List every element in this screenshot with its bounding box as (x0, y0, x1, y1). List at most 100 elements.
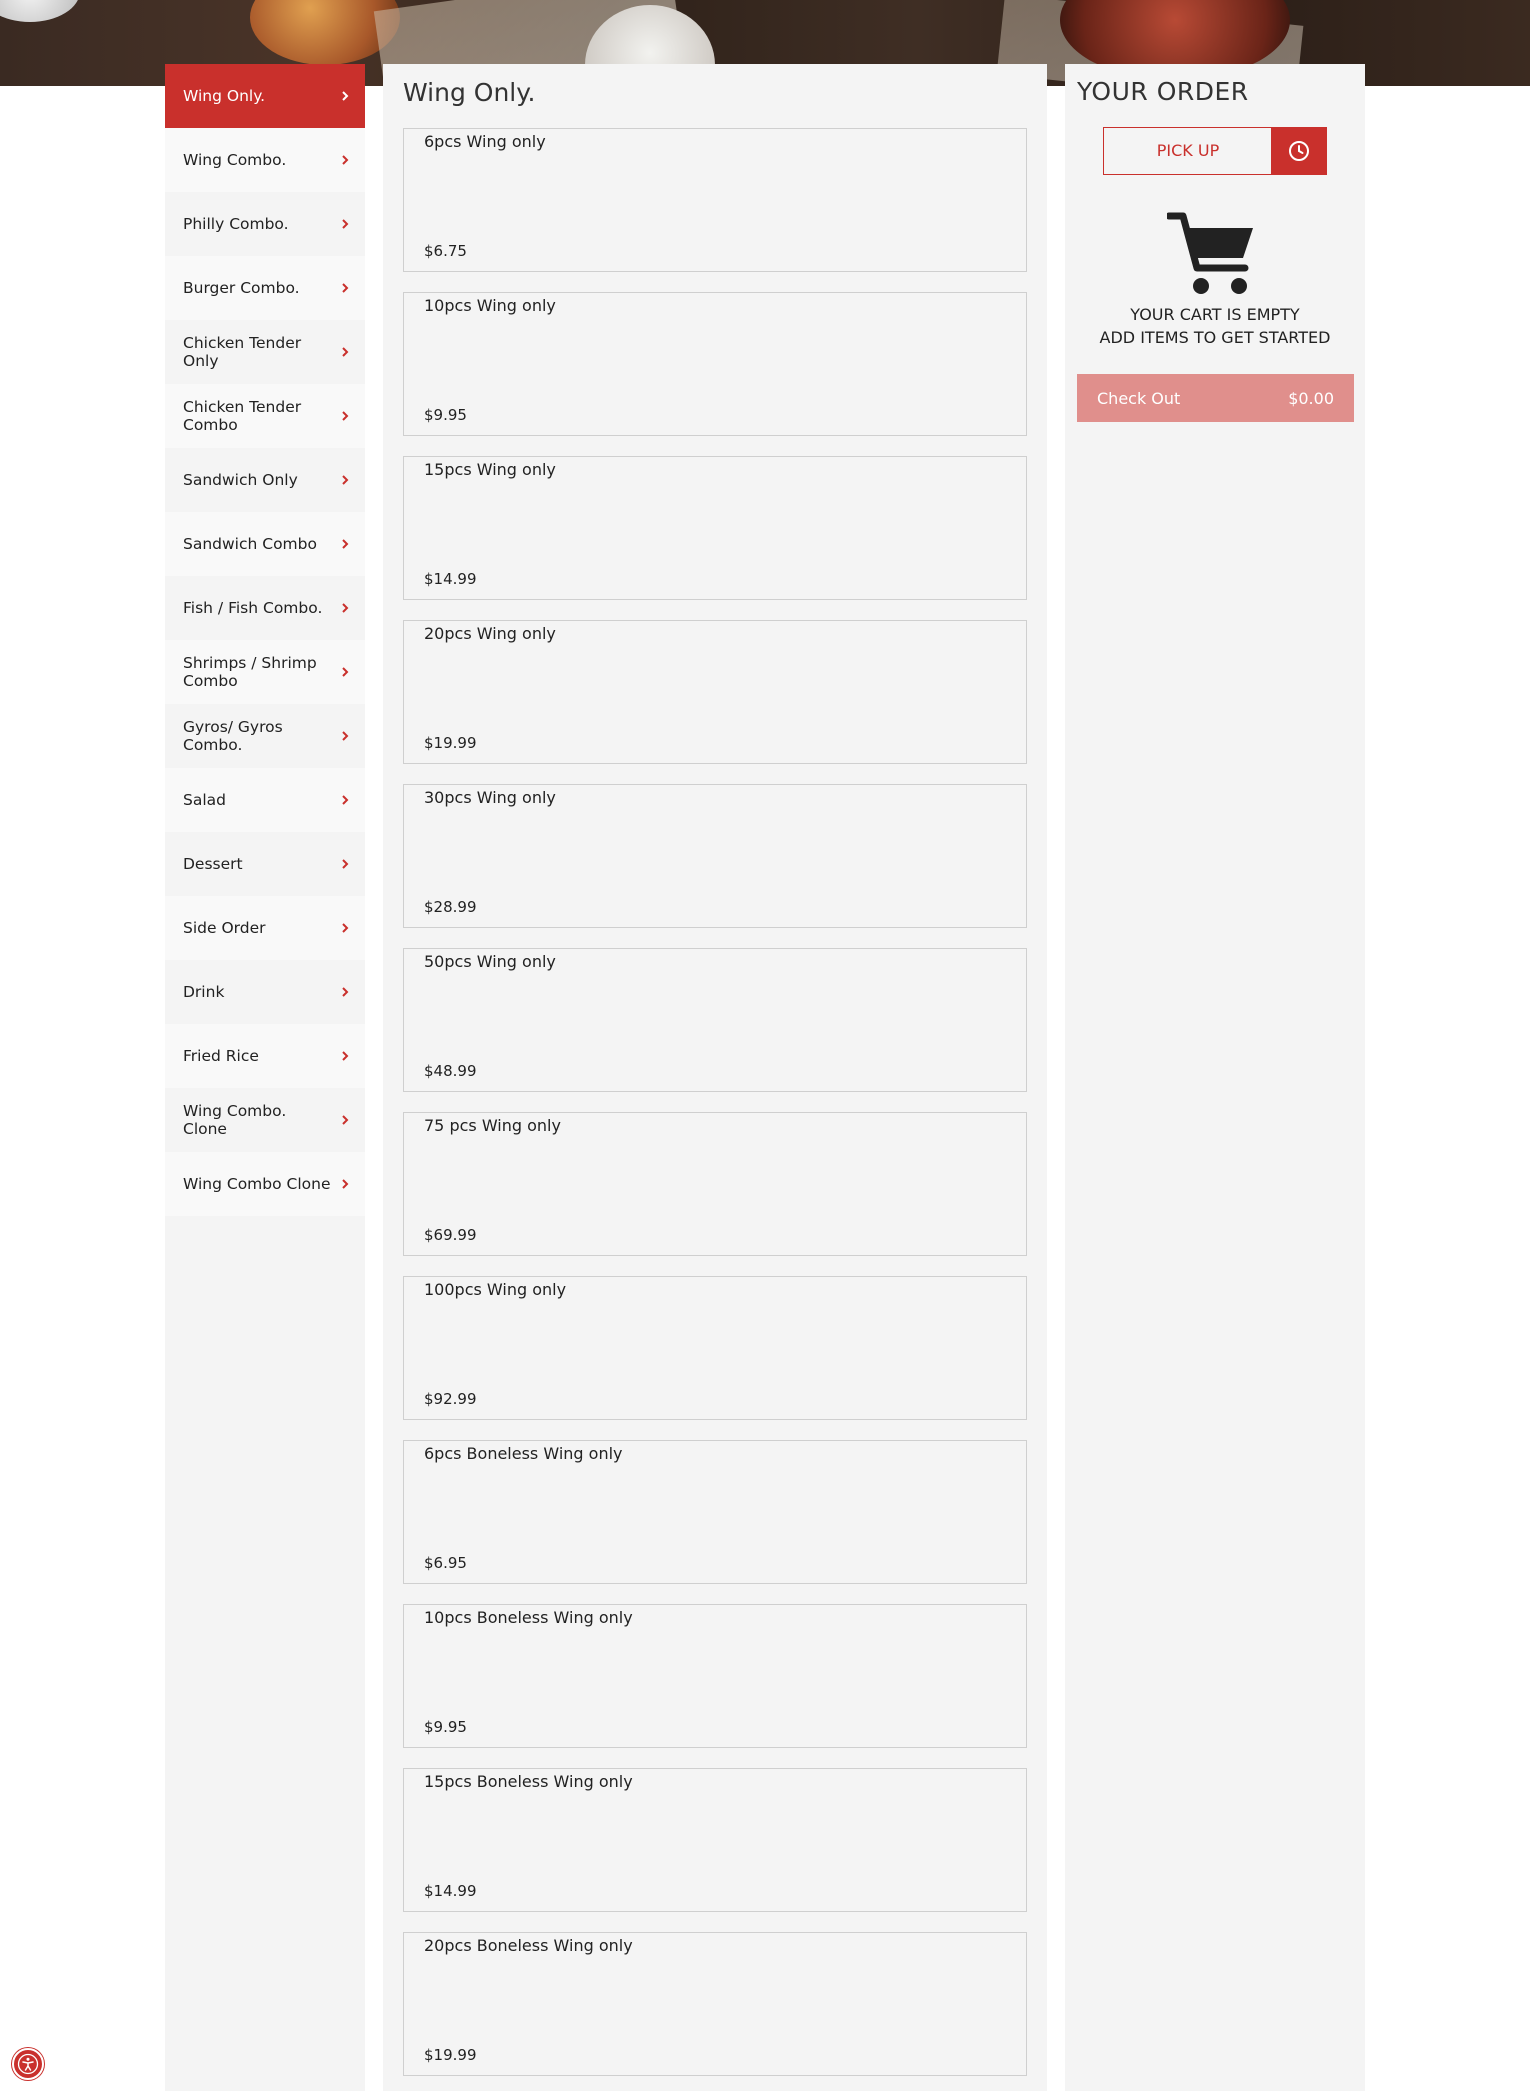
sidebar-item-label: Gyros/ Gyros Combo. (183, 718, 283, 754)
sidebar-item-label: Wing Combo. Clone (183, 1102, 287, 1138)
sidebar-item-label: Sandwich Only (183, 471, 298, 489)
menu-item-card[interactable]: 30pcs Wing only $28.99 (403, 784, 1027, 928)
chevron-right-icon (339, 218, 351, 230)
menu-item-name: 20pcs Boneless Wing only (424, 1936, 633, 1955)
sidebar-item-label: Wing Combo Clone (183, 1175, 331, 1193)
cart-empty-message: YOUR CART IS EMPTY (1130, 305, 1300, 324)
clock-icon (1288, 141, 1309, 161)
sidebar-item[interactable]: Philly Combo. (165, 192, 365, 256)
sidebar-item[interactable]: Salad (165, 768, 365, 832)
pickup-button[interactable]: PICK UP (1104, 128, 1272, 174)
menu-item-price: $9.95 (424, 406, 467, 424)
chevron-right-icon (339, 986, 351, 998)
sidebar-item-label: Philly Combo. (183, 215, 289, 233)
checkout-button[interactable]: Check Out $0.00 (1077, 374, 1354, 422)
chevron-right-icon (339, 346, 351, 358)
sidebar-item-label: Fried Rice (183, 1047, 259, 1065)
sidebar-item[interactable]: Side Order (165, 896, 365, 960)
sidebar-item[interactable]: Wing Combo. (165, 128, 365, 192)
menu-item-card[interactable]: 20pcs Wing only $19.99 (403, 620, 1027, 764)
menu-item-price: $14.99 (424, 1882, 477, 1900)
sidebar-item-label: Sandwich Combo (183, 535, 317, 553)
sidebar-item-label: Burger Combo. (183, 279, 300, 297)
sidebar-item[interactable]: Dessert (165, 832, 365, 896)
sidebar-item-label: Side Order (183, 919, 266, 937)
menu-item-card[interactable]: 20pcs Boneless Wing only $19.99 (403, 1932, 1027, 2076)
menu-item-name: 15pcs Boneless Wing only (424, 1772, 633, 1791)
chevron-right-icon (339, 1114, 351, 1126)
sidebar-item-label: Drink (183, 983, 225, 1001)
sidebar-item[interactable]: Drink (165, 960, 365, 1024)
menu-item-card[interactable]: 75 pcs Wing only $69.99 (403, 1112, 1027, 1256)
sidebar-item-label: Wing Only. (183, 87, 266, 105)
menu-item-price: $28.99 (424, 898, 477, 916)
order-title: YOUR ORDER (1077, 77, 1249, 106)
chevron-right-icon (339, 1050, 351, 1062)
sidebar-item-label: Wing Combo. (183, 151, 287, 169)
accessibility-button[interactable] (12, 2048, 44, 2080)
sidebar-item[interactable]: Wing Combo Clone (165, 1152, 365, 1216)
sidebar-item-label: Fish / Fish Combo. (183, 599, 323, 617)
menu-item-name: 10pcs Wing only (424, 296, 556, 315)
menu-item-price: $6.75 (424, 242, 467, 260)
order-panel: YOUR ORDER PICK UP YOUR CART IS EMPTY AD… (1065, 64, 1365, 2091)
menu-item-name: 20pcs Wing only (424, 624, 556, 643)
menu-item-price: $14.99 (424, 570, 477, 588)
menu-item-card[interactable]: 6pcs Boneless Wing only $6.95 (403, 1440, 1027, 1584)
cart-empty-hint: ADD ITEMS TO GET STARTED (1099, 328, 1331, 347)
menu-item-card[interactable]: 50pcs Wing only $48.99 (403, 948, 1027, 1092)
chevron-right-icon (339, 730, 351, 742)
sidebar-item[interactable]: Shrimps / Shrimp Combo (165, 640, 365, 704)
menu-item-price: $19.99 (424, 2046, 477, 2064)
chevron-right-icon (339, 858, 351, 870)
menu-item-name: 15pcs Wing only (424, 460, 556, 479)
checkout-label: Check Out (1097, 388, 1181, 408)
menu-item-name: 100pcs Wing only (424, 1280, 567, 1299)
menu-item-card[interactable]: 6pcs Wing only $6.75 (403, 128, 1027, 272)
sidebar-item[interactable]: Chicken Tender Only (165, 320, 365, 384)
chevron-right-icon (339, 410, 351, 422)
menu-item-name: 75 pcs Wing only (424, 1116, 561, 1135)
shopping-cart-icon (1167, 212, 1253, 294)
menu-list: Wing Only. 6pcs Wing only $6.75 10pcs Wing… (383, 64, 1047, 2091)
chevron-right-icon (339, 1178, 351, 1190)
chevron-right-icon (339, 922, 351, 934)
menu-item-name: 50pcs Wing only (424, 952, 556, 971)
menu-item-card[interactable]: 100pcs Wing only $92.99 (403, 1276, 1027, 1420)
sidebar-item[interactable]: Wing Only. (165, 64, 365, 128)
menu-item-card[interactable]: 10pcs Boneless Wing only $9.95 (403, 1604, 1027, 1748)
sidebar-item-label: Dessert (183, 855, 243, 873)
sidebar-item[interactable]: Sandwich Combo (165, 512, 365, 576)
sidebar-item[interactable]: Sandwich Only (165, 448, 365, 512)
category-title: Wing Only. (403, 78, 536, 107)
chevron-right-icon (339, 154, 351, 166)
sidebar-item[interactable]: Fish / Fish Combo. (165, 576, 365, 640)
menu-item-card[interactable]: 15pcs Boneless Wing only $14.99 (403, 1768, 1027, 1912)
sidebar-item[interactable]: Chicken Tender Combo (165, 384, 365, 448)
category-sidebar: Wing Only. Wing Combo. Philly Combo. Burger… (165, 64, 365, 2091)
chevron-right-icon (339, 666, 351, 678)
checkout-total: $0.00 (1288, 388, 1334, 408)
menu-item-name: 30pcs Wing only (424, 788, 556, 807)
menu-item-price: $69.99 (424, 1226, 477, 1244)
sidebar-item[interactable]: Fried Rice (165, 1024, 365, 1088)
sidebar-item[interactable]: Gyros/ Gyros Combo. (165, 704, 365, 768)
schedule-button[interactable] (1271, 128, 1326, 174)
menu-item-price: $9.95 (424, 1718, 467, 1736)
sidebar-item-label: Shrimps / Shrimp Combo (183, 654, 317, 690)
pickup-selector[interactable]: PICK UP (1103, 127, 1327, 175)
menu-item-name: 6pcs Boneless Wing only (424, 1444, 623, 1463)
chevron-right-icon (339, 474, 351, 486)
chevron-right-icon (339, 282, 351, 294)
menu-item-name: 10pcs Boneless Wing only (424, 1608, 633, 1627)
sidebar-item-label: Chicken Tender Only (183, 334, 302, 370)
hero-bowl-image (0, 0, 80, 22)
sidebar-item-label: Salad (183, 791, 226, 809)
sidebar-item[interactable]: Wing Combo. Clone (165, 1088, 365, 1152)
menu-item-card[interactable]: 10pcs Wing only $9.95 (403, 292, 1027, 436)
sidebar-item[interactable]: Burger Combo. (165, 256, 365, 320)
menu-item-name: 6pcs Wing only (424, 132, 546, 151)
menu-item-price: $6.95 (424, 1554, 467, 1572)
menu-item-card[interactable]: 15pcs Wing only $14.99 (403, 456, 1027, 600)
chevron-right-icon (339, 794, 351, 806)
